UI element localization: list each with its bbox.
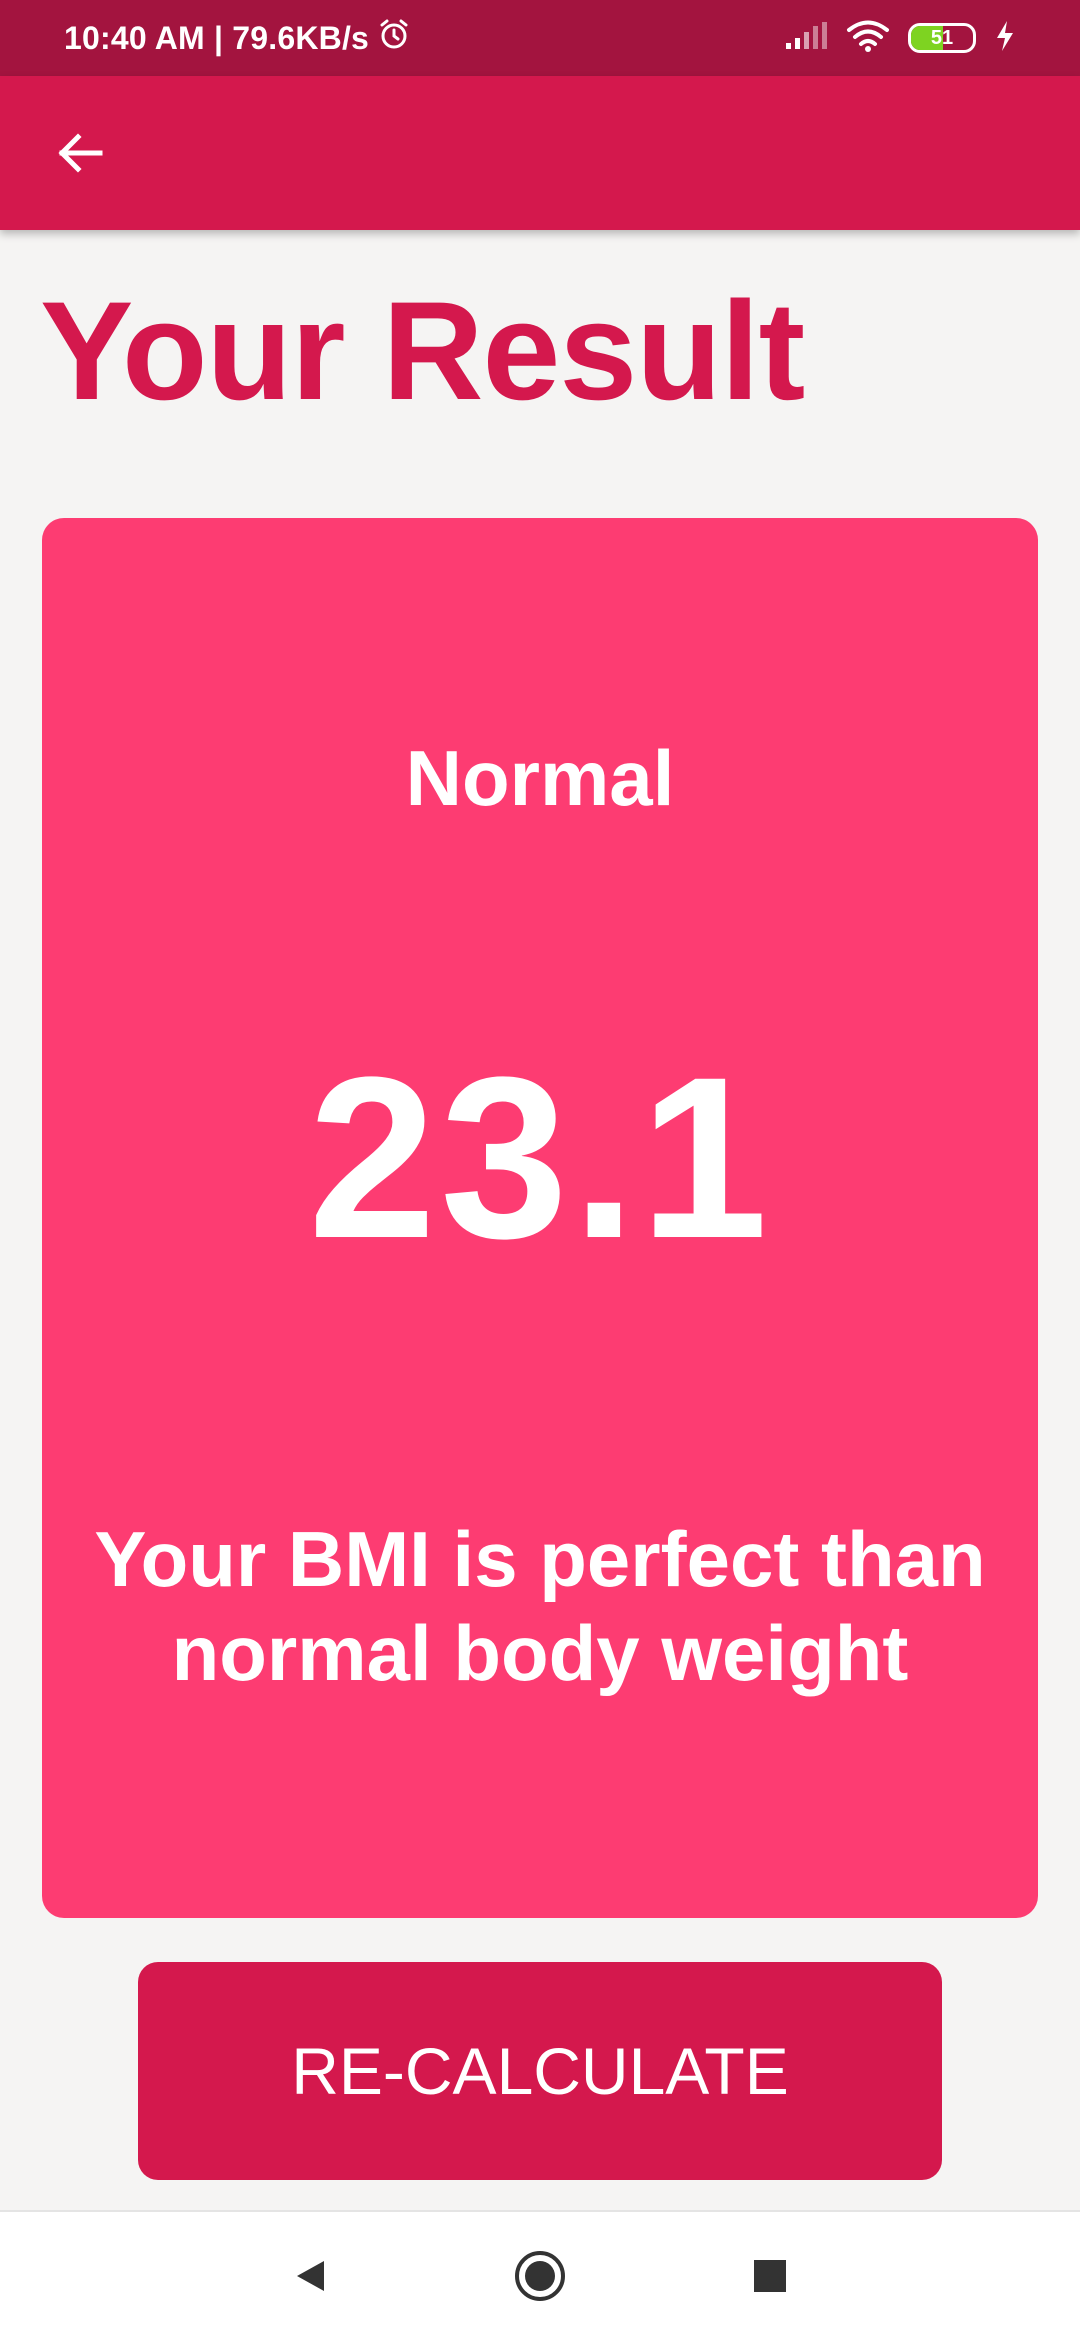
status-time-speed: 10:40 AM | 79.6KB/s [64, 19, 370, 56]
charging-icon [994, 19, 1016, 58]
result-status: Normal [405, 734, 675, 822]
recents-square-icon [754, 2260, 786, 2292]
nav-home-button[interactable] [500, 2236, 580, 2316]
signal-icon [784, 21, 828, 56]
result-card: Normal 23.1 Your BMI is perfect than nor… [42, 518, 1038, 1918]
bmi-value: 23.1 [308, 1029, 772, 1286]
back-triangle-icon [297, 2261, 324, 2291]
status-left: 10:40 AM | 79.6KB/s [64, 17, 411, 59]
arrow-left-icon [58, 133, 103, 173]
recalculate-button[interactable]: RE-CALCULATE [138, 1962, 942, 2180]
battery-icon: 51 [908, 23, 976, 53]
nav-back-button[interactable] [270, 2236, 350, 2316]
wifi-icon [846, 19, 890, 58]
back-button[interactable] [50, 123, 110, 183]
page-title: Your Result [40, 272, 805, 429]
status-bar: 10:40 AM | 79.6KB/s 51 [0, 0, 1080, 76]
nav-recents-button[interactable] [730, 2236, 810, 2316]
status-right: 51 [784, 19, 1016, 58]
app-bar [0, 76, 1080, 230]
battery-level: 51 [930, 26, 954, 49]
navigation-bar [0, 2210, 1080, 2340]
alarm-icon [377, 17, 411, 59]
home-circle-icon [515, 2251, 565, 2301]
result-message: Your BMI is perfect than normal body wei… [94, 1515, 986, 1697]
